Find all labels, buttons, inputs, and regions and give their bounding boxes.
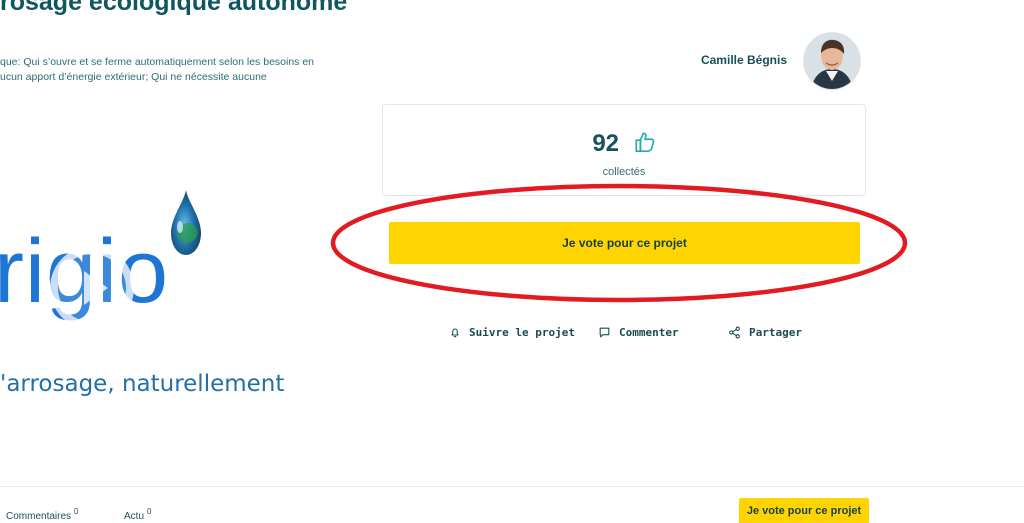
tab-comments[interactable]: Commentaires 0	[6, 507, 78, 522]
project-title: rosage écologique autonome	[0, 0, 348, 16]
author-avatar-image	[804, 33, 860, 89]
tab-news-count: 0	[147, 507, 152, 516]
author-avatar[interactable]	[803, 32, 861, 90]
logo-tagline: 'arrosage, naturellement	[0, 371, 285, 397]
project-page: rosage écologique autonome que: Qui s’ou…	[0, 0, 1024, 523]
description-line-2: ucun apport d’énergie extérieur; Qui ne …	[0, 71, 267, 83]
play-icon[interactable]	[50, 246, 134, 330]
follow-project-link[interactable]: Suivre le projet	[449, 323, 575, 341]
share-label: Partager	[749, 325, 802, 339]
tab-news-label: Actu	[124, 511, 145, 522]
share-link[interactable]: Partager	[728, 323, 802, 341]
project-author: Camille Bégnis	[701, 30, 1024, 90]
vote-count: 92	[592, 130, 620, 157]
chat-bubble-icon	[599, 327, 610, 337]
vote-for-project-button[interactable]: Je vote pour ce projet	[389, 222, 860, 264]
water-drop-icon	[171, 190, 201, 255]
project-description: que: Qui s’ouvre et se ferme automatique…	[0, 55, 330, 85]
thumb-up-icon	[635, 132, 655, 152]
comment-label: Commenter	[619, 325, 679, 339]
follow-project-label: Suivre le projet	[469, 325, 575, 339]
author-name[interactable]: Camille Bégnis	[701, 53, 787, 67]
tab-comments-count: 0	[74, 507, 79, 516]
footer-vote-button[interactable]: Je vote pour ce projet	[739, 498, 869, 523]
tab-news[interactable]: Actu 0	[124, 507, 151, 522]
tab-comments-label: Commentaires	[6, 511, 72, 522]
description-line-1: que: Qui s’ouvre et se ferme automatique…	[0, 56, 315, 68]
bell-icon	[451, 327, 459, 337]
vote-count-label: collectés	[602, 166, 646, 178]
collected-votes-card: 92 collectés	[382, 104, 866, 196]
comment-link[interactable]: Commenter	[598, 323, 679, 341]
project-footer-bar: Commentaires 0 Actu 0 Je vote pour ce proj…	[0, 486, 1024, 523]
project-video-thumbnail[interactable]: rigio 'arrosage, naturellement	[0, 188, 310, 408]
vote-count-row: 92	[383, 130, 865, 158]
share-icon	[729, 326, 740, 338]
